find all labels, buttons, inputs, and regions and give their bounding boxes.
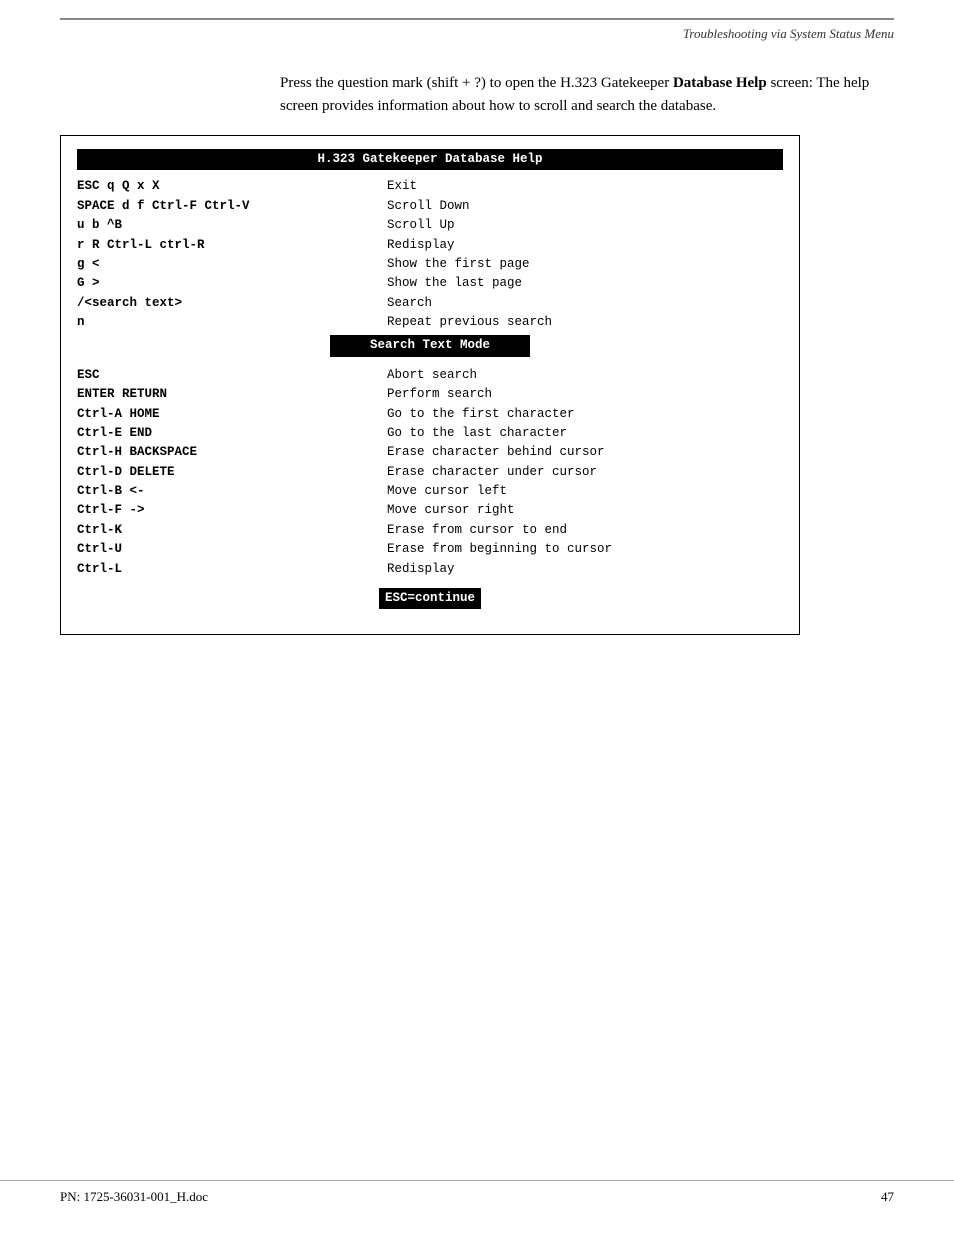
table-row: n Repeat previous search [77, 313, 783, 332]
table-row: SPACE d f Ctrl-F Ctrl-V Scroll Down [77, 197, 783, 216]
key-n: n [77, 313, 387, 332]
desc-ctrlf: Move cursor right [387, 501, 783, 520]
key-r: r R Ctrl-L ctrl-R [77, 236, 387, 255]
intro-paragraph: Press the question mark (shift + ?) to o… [280, 72, 894, 117]
desc-ctrlk: Erase from cursor to end [387, 521, 783, 540]
key-ctrla: Ctrl-A HOME [77, 405, 387, 424]
intro-bold: Database Help [673, 75, 767, 91]
table-row: Ctrl-E END Go to the last character [77, 424, 783, 443]
table-row: Ctrl-F -> Move cursor right [77, 501, 783, 520]
header-section: Troubleshooting via System Status Menu [0, 0, 954, 42]
key-ctrlu: Ctrl-U [77, 540, 387, 559]
table-row: ESC Abort search [77, 366, 783, 385]
table-row: Ctrl-U Erase from beginning to cursor [77, 540, 783, 559]
desc-r: Redisplay [387, 236, 783, 255]
key-ctrlk: Ctrl-K [77, 521, 387, 540]
desc-ctrlh: Erase character behind cursor [387, 443, 783, 462]
table-row: ENTER RETURN Perform search [77, 385, 783, 404]
terminal-title-row: H.323 Gatekeeper Database Help [77, 149, 783, 174]
desc-ctrla: Go to the first character [387, 405, 783, 424]
footer: PN: 1725-36031-001_H.doc 47 [0, 1180, 954, 1205]
key-ctrld: Ctrl-D DELETE [77, 463, 387, 482]
key-ctrlf: Ctrl-F -> [77, 501, 387, 520]
table-row: Ctrl-B <- Move cursor left [77, 482, 783, 501]
page: Troubleshooting via System Status Menu P… [0, 0, 954, 1235]
key-space: SPACE d f Ctrl-F Ctrl-V [77, 197, 387, 216]
desc-esc2: Abort search [387, 366, 783, 385]
section2-title: Search Text Mode [330, 335, 530, 356]
desc-ctrle: Go to the last character [387, 424, 783, 443]
blank-spacer2 [77, 579, 783, 585]
desc-enter: Perform search [387, 385, 783, 404]
table-row: /<search text> Search [77, 294, 783, 313]
desc-search: Search [387, 294, 783, 313]
desc-u: Scroll Up [387, 216, 783, 235]
table-row: G > Show the last page [77, 274, 783, 293]
desc-ctrlu: Erase from beginning to cursor [387, 540, 783, 559]
desc-G: Show the last page [387, 274, 783, 293]
terminal-title: H.323 Gatekeeper Database Help [77, 149, 783, 170]
table-row: Ctrl-A HOME Go to the first character [77, 405, 783, 424]
table-row: r R Ctrl-L ctrl-R Redisplay [77, 236, 783, 255]
desc-space: Scroll Down [387, 197, 783, 216]
esc-continue: ESC=continue [379, 588, 481, 609]
key-search: /<search text> [77, 294, 387, 313]
key-ctrlh: Ctrl-H BACKSPACE [77, 443, 387, 462]
desc-ctrll: Redisplay [387, 560, 783, 579]
footer-pn: PN: 1725-36031-001_H.doc [60, 1189, 208, 1205]
footer-page: 47 [881, 1189, 894, 1205]
key-ctrlb: Ctrl-B <- [77, 482, 387, 501]
table-row: Ctrl-D DELETE Erase character under curs… [77, 463, 783, 482]
desc-ctrld: Erase character under cursor [387, 463, 783, 482]
terminal-box: H.323 Gatekeeper Database Help ESC q Q x… [60, 135, 800, 635]
header-rule [60, 18, 894, 20]
desc-g: Show the first page [387, 255, 783, 274]
intro-text1: Press the question mark (shift + ?) to o… [280, 75, 673, 91]
table-row: ESC q Q x X Exit [77, 177, 783, 196]
key-esc: ESC q Q x X [77, 177, 387, 196]
key-ctrll: Ctrl-L [77, 560, 387, 579]
section2-title-row: Search Text Mode [77, 335, 783, 356]
table-row: Ctrl-L Redisplay [77, 560, 783, 579]
table-row: Ctrl-H BACKSPACE Erase character behind … [77, 443, 783, 462]
key-esc2: ESC [77, 366, 387, 385]
key-g: g < [77, 255, 387, 274]
desc-esc: Exit [387, 177, 783, 196]
main-content: Press the question mark (shift + ?) to o… [0, 42, 954, 635]
table-row: g < Show the first page [77, 255, 783, 274]
table-row: Ctrl-K Erase from cursor to end [77, 521, 783, 540]
desc-n: Repeat previous search [387, 313, 783, 332]
key-u: u b ^B [77, 216, 387, 235]
esc-continue-row: ESC=continue [77, 588, 783, 609]
header-title: Troubleshooting via System Status Menu [60, 22, 894, 42]
key-G: G > [77, 274, 387, 293]
table-row: u b ^B Scroll Up [77, 216, 783, 235]
key-ctrle: Ctrl-E END [77, 424, 387, 443]
desc-ctrlb: Move cursor left [387, 482, 783, 501]
key-enter: ENTER RETURN [77, 385, 387, 404]
blank-spacer3 [77, 612, 783, 618]
